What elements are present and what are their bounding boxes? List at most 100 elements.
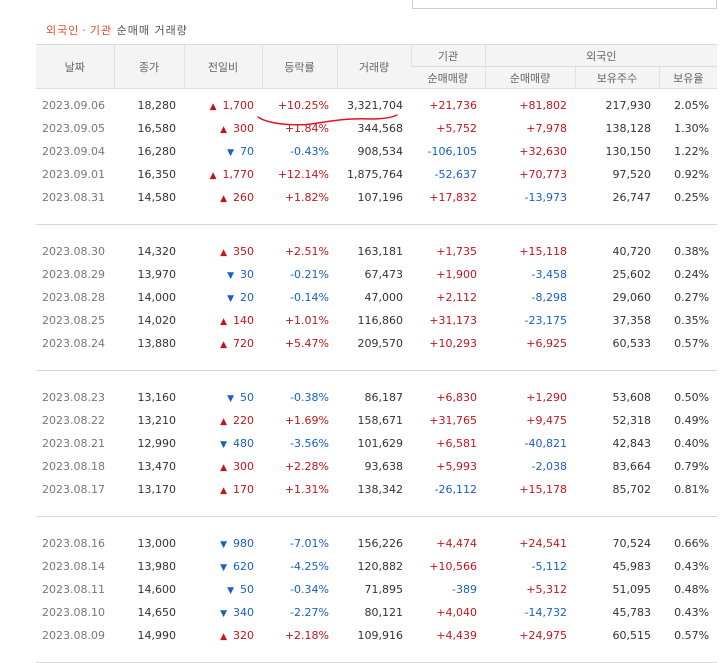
cell-volume: 109,916 (357, 629, 404, 642)
down-triangle-icon: ▼ (227, 394, 234, 404)
cell-volume: 3,321,704 (347, 99, 403, 112)
down-triangle-icon: ▼ (227, 294, 234, 304)
cell-rate: -0.21% (290, 268, 329, 281)
cell-change: ▼ 20 (184, 286, 262, 309)
group-spacer (36, 355, 717, 370)
cell-date: 2023.09.05 (42, 122, 105, 135)
cell-change-value: 140 (233, 314, 254, 327)
header-foreign-group: 외국인 (484, 44, 718, 67)
down-triangle-icon: ▼ (220, 563, 227, 573)
cell-volume: 116,860 (357, 314, 404, 327)
cell-foreign-ratio: 0.92% (674, 168, 710, 181)
group-spacer (36, 225, 717, 241)
cell-change: ▼ 50 (184, 386, 262, 409)
table-row: 2023.09.05 16,580 ▲ 300 +1.84% 344,568 +5,752 +… (36, 117, 717, 140)
cell-inst-net: +1,735 (436, 245, 477, 258)
cell-close: 14,990 (137, 629, 177, 642)
cell-foreign-hold: 26,747 (612, 191, 652, 204)
cell-date: 2023.08.14 (42, 560, 105, 573)
cell-change-value: 320 (233, 629, 254, 642)
cell-volume: 1,875,764 (347, 168, 403, 181)
up-triangle-icon: ▲ (220, 486, 227, 496)
up-triangle-icon: ▲ (220, 125, 227, 135)
cell-close: 13,160 (137, 391, 177, 404)
cell-foreign-ratio: 0.79% (674, 460, 710, 473)
caption-institution: 기관 (89, 24, 113, 37)
cell-foreign-ratio: 0.40% (674, 437, 710, 450)
cell-inst-net: +4,040 (436, 606, 477, 619)
cell-inst-net: +5,752 (436, 122, 477, 135)
cell-date: 2023.08.18 (42, 460, 105, 473)
cell-foreign-ratio: 0.35% (674, 314, 710, 327)
cell-foreign-net: +15,118 (519, 245, 567, 258)
cell-foreign-ratio: 0.43% (674, 560, 710, 573)
cell-change-value: 1,770 (222, 168, 255, 181)
up-triangle-icon: ▲ (220, 417, 227, 427)
cell-change: ▲ 320 (184, 624, 262, 647)
cell-foreign-hold: 70,524 (612, 537, 652, 550)
cell-change: ▼ 70 (184, 140, 262, 163)
cell-close: 13,970 (137, 268, 177, 281)
cell-change: ▲ 1,700 (184, 94, 262, 117)
cell-foreign-hold: 85,702 (612, 483, 652, 496)
cell-inst-net: +5,993 (436, 460, 477, 473)
cell-foreign-hold: 42,843 (612, 437, 652, 450)
cell-date: 2023.08.17 (42, 483, 105, 496)
cell-rate: +1.69% (284, 414, 329, 427)
table-row: 2023.08.22 13,210 ▲ 220 +1.69% 158,671 +31,765… (36, 409, 717, 432)
cell-rate: -2.27% (290, 606, 329, 619)
cell-foreign-ratio: 0.81% (674, 483, 710, 496)
table-row: 2023.09.06 18,280 ▲ 1,700 +10.25% 3,321,704 +2… (36, 94, 717, 117)
caption-rest: 순매매 거래량 (116, 24, 188, 37)
cell-foreign-net: -3,458 (531, 268, 567, 281)
cell-foreign-ratio: 1.22% (674, 145, 710, 158)
cell-foreign-hold: 45,983 (612, 560, 652, 573)
cell-foreign-ratio: 0.24% (674, 268, 710, 281)
table-row: 2023.08.11 14,600 ▼ 50 -0.34% 71,895 -389 +5,31… (36, 578, 717, 601)
cell-change: ▲ 300 (184, 455, 262, 478)
cell-foreign-hold: 130,150 (605, 145, 652, 158)
group-spacer (36, 371, 717, 387)
cell-date: 2023.09.01 (42, 168, 105, 181)
cell-foreign-hold: 37,358 (612, 314, 652, 327)
header-institution-group: 기관 (410, 44, 485, 67)
cell-rate: -0.34% (290, 583, 329, 596)
cell-rate: +2.18% (284, 629, 329, 642)
cell-foreign-hold: 40,720 (612, 245, 652, 258)
cell-inst-net: -389 (452, 583, 477, 596)
cell-inst-net: +10,293 (429, 337, 477, 350)
cell-change-value: 20 (240, 291, 254, 304)
cell-change-value: 350 (233, 245, 254, 258)
cell-foreign-ratio: 1.30% (674, 122, 710, 135)
cell-foreign-hold: 52,318 (612, 414, 652, 427)
cell-change: ▼ 340 (184, 601, 262, 624)
cell-foreign-net: -5,112 (531, 560, 567, 573)
cell-change: ▲ 260 (184, 186, 262, 209)
trading-table: 날짜 종가 전일비 등락률 거래량 기관 외국인 순매매량 순매매량 보유주수 … (36, 44, 718, 663)
cell-rate: -0.38% (290, 391, 329, 404)
cell-foreign-net: -2,038 (531, 460, 567, 473)
cell-date: 2023.09.06 (42, 99, 105, 112)
cell-change: ▲ 220 (184, 409, 262, 432)
cell-change-value: 1,700 (222, 99, 255, 112)
cell-date: 2023.09.04 (42, 145, 105, 158)
cell-foreign-hold: 97,520 (612, 168, 652, 181)
cell-close: 13,210 (137, 414, 177, 427)
cell-change-value: 260 (233, 191, 254, 204)
group-spacer (36, 517, 717, 533)
cell-foreign-hold: 29,060 (612, 291, 652, 304)
cell-close: 13,170 (137, 483, 177, 496)
header-inst-net: 순매매량 (411, 66, 485, 89)
header-change: 전일비 (183, 44, 262, 89)
cell-foreign-ratio: 0.57% (674, 629, 710, 642)
cell-date: 2023.08.23 (42, 391, 105, 404)
cell-foreign-net: +1,290 (526, 391, 567, 404)
cell-rate: +1.01% (284, 314, 329, 327)
cell-change: ▼ 50 (184, 578, 262, 601)
cell-date: 2023.08.31 (42, 191, 105, 204)
search-box-edge[interactable] (412, 0, 717, 9)
cell-rate: -0.14% (290, 291, 329, 304)
cell-volume: 71,895 (364, 583, 404, 596)
cell-foreign-ratio: 0.25% (674, 191, 710, 204)
cell-date: 2023.08.16 (42, 537, 105, 550)
